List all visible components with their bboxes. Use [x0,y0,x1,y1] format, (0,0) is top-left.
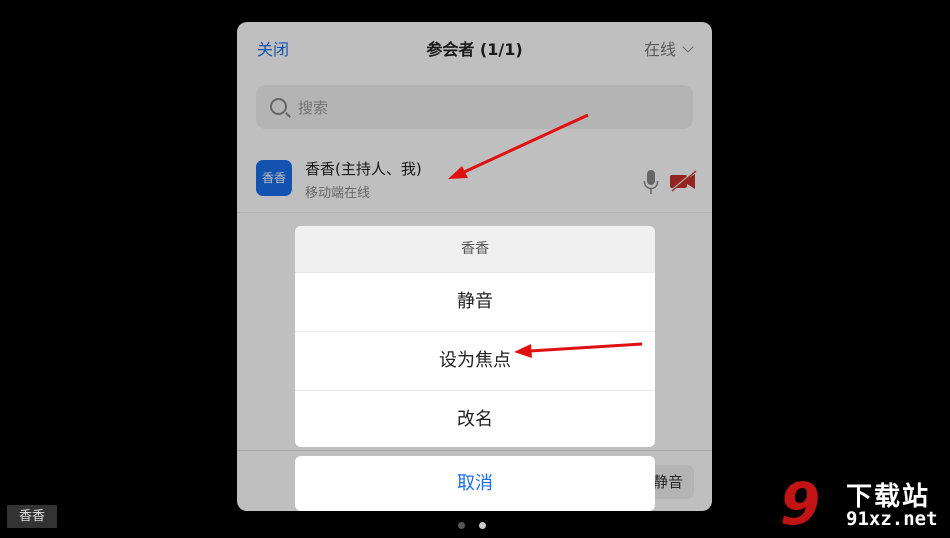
annotation-arrow [461,113,589,175]
annotation-arrows [448,113,643,358]
annotation-arrowhead [514,344,532,358]
annotation-arrow [529,342,643,353]
annotation-arrowhead [448,166,468,179]
